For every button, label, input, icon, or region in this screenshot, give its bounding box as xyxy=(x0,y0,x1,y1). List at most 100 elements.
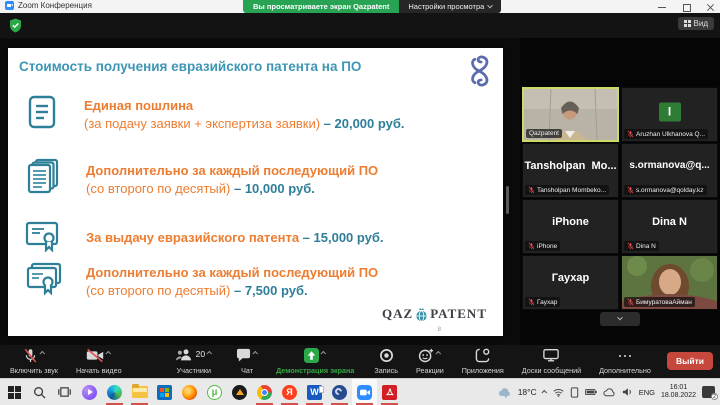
chevron-up-icon[interactable] xyxy=(39,351,45,357)
battery-icon[interactable] xyxy=(585,388,597,396)
participant-tile-iphone[interactable]: iPhone iPhone xyxy=(522,199,619,254)
utorrent-app-button[interactable]: µ xyxy=(202,379,227,405)
chevron-up-icon[interactable] xyxy=(321,351,327,357)
window-title: Zoom Конференция xyxy=(18,1,92,10)
record-button[interactable]: Запись xyxy=(368,345,404,378)
leave-meeting-button[interactable]: Выйти xyxy=(667,352,713,370)
word-app-button[interactable]: W xyxy=(302,379,327,405)
fee-item: За выдачу евразийского патента – 15,000 … xyxy=(24,216,384,259)
chrome-app-button[interactable] xyxy=(252,379,277,405)
security-shield-icon[interactable] xyxy=(9,18,22,38)
wifi-icon[interactable] xyxy=(553,388,564,397)
fee-item: Дополнительно за каждый последующий ПО (… xyxy=(24,260,378,303)
muted-mic-icon xyxy=(627,186,634,194)
globe-icon xyxy=(415,307,428,322)
participant-name: БимуратоваАйман xyxy=(636,299,692,306)
aimp-app-button[interactable] xyxy=(227,379,252,405)
chevron-up-icon[interactable] xyxy=(253,351,259,357)
meeting-toolbar: Включить звук Начать видео 20 Участники … xyxy=(0,345,720,378)
participants-sidebar: Qazpatent I Aruzhan Ulkhanova Q... Tansh… xyxy=(520,38,720,345)
temperature[interactable]: 18°C xyxy=(518,387,537,397)
language-indicator[interactable]: ENG xyxy=(639,388,655,397)
search-button[interactable] xyxy=(27,379,52,405)
windows-taskbar: µ Я W 18°C ENG 16:01 18.08.2022 2 xyxy=(0,378,720,405)
presentation-slide: Стоимость получения евразийского патента… xyxy=(8,48,503,336)
zoom-taskbar-button[interactable] xyxy=(352,379,377,405)
muted-mic-icon xyxy=(528,242,535,250)
participant-tile-sormanova[interactable]: s.ormanova@q... s.ormanova@qolday.kz xyxy=(621,143,718,198)
store-app-button[interactable] xyxy=(152,379,177,405)
certificate-icon xyxy=(24,216,62,259)
shared-screen-area: Стоимость получения евразийского патента… xyxy=(0,38,720,345)
view-button[interactable]: Вид xyxy=(678,17,714,30)
start-video-button[interactable]: Начать видео xyxy=(70,345,128,378)
collapse-gallery-button[interactable] xyxy=(600,312,640,326)
qazpatent-logo: QAZ PATENT xyxy=(382,306,487,322)
clock[interactable]: 16:01 18.08.2022 xyxy=(661,384,696,400)
chevron-down-icon xyxy=(617,315,623,321)
maximize-button[interactable] xyxy=(682,3,690,11)
chevron-down-icon xyxy=(487,2,493,8)
zoom-icon xyxy=(357,385,372,400)
participant-name: Qazpatent xyxy=(529,130,559,137)
muted-mic-icon xyxy=(23,348,38,364)
chat-icon xyxy=(236,348,251,362)
show-hidden-icons[interactable] xyxy=(541,390,547,396)
view-settings-button[interactable]: Настройки просмотра xyxy=(399,0,501,13)
share-screen-button[interactable]: Демонстрация экрана xyxy=(270,345,360,378)
fee-item: Дополнительно за каждый последующий ПО (… xyxy=(24,158,378,201)
task-view-button[interactable] xyxy=(52,379,77,405)
chevron-up-icon[interactable] xyxy=(436,351,442,357)
fee-heading: Дополнительно за каждый последующий ПО xyxy=(86,265,378,280)
participant-name: Tansholpan Mombeko... xyxy=(537,187,606,194)
weather-icon[interactable] xyxy=(498,387,512,398)
unmute-button[interactable]: Включить звук xyxy=(4,345,64,378)
participant-tile-dina[interactable]: Dina N Dina N xyxy=(621,199,718,254)
close-button[interactable] xyxy=(706,3,714,11)
more-button[interactable]: Дополнительно xyxy=(593,345,657,378)
system-tray: 18°C ENG 16:01 18.08.2022 2 xyxy=(498,384,720,400)
acrobat-app-button[interactable] xyxy=(377,379,402,405)
fee-heading: За выдачу евразийского патента xyxy=(86,230,303,245)
chevron-up-icon[interactable] xyxy=(106,351,112,357)
participant-tile-bimuratova[interactable]: БимуратоваАйман xyxy=(621,255,718,310)
whiteboards-button[interactable]: Доски сообщений xyxy=(516,345,587,378)
muted-mic-icon xyxy=(627,242,634,250)
participants-button[interactable]: 20 Участники xyxy=(170,345,218,378)
speaker-icon[interactable] xyxy=(622,387,633,397)
start-button[interactable] xyxy=(2,379,27,405)
swirl-app-icon xyxy=(332,385,347,400)
participant-tile-tansholpan[interactable]: Tansholpan Mo... Tansholpan Mombeko... xyxy=(522,143,619,198)
minimize-button[interactable] xyxy=(658,3,666,11)
participant-name: Dina N xyxy=(636,243,656,250)
swirl-app-button[interactable] xyxy=(327,379,352,405)
zoom-app-icon xyxy=(5,1,14,10)
alice-app-button[interactable] xyxy=(77,379,102,405)
edge-app-button[interactable] xyxy=(102,379,127,405)
chrome-icon xyxy=(257,385,272,400)
documents-stack-icon xyxy=(24,158,62,201)
reactions-button[interactable]: Реакции xyxy=(410,345,450,378)
chat-button[interactable]: Чат xyxy=(230,345,264,378)
yandex-app-button[interactable]: Я xyxy=(277,379,302,405)
viewing-screen-banner[interactable]: Вы просматриваете экран Qazpatent xyxy=(243,0,399,13)
windows-logo-icon xyxy=(8,386,21,399)
sidebar-resize-handle[interactable] xyxy=(506,186,509,214)
explorer-app-button[interactable] xyxy=(127,379,152,405)
participant-name: s.ormanova@qolday.kz xyxy=(636,187,704,194)
firefox-app-button[interactable] xyxy=(177,379,202,405)
onedrive-icon[interactable] xyxy=(603,388,616,397)
participant-count: 20 xyxy=(196,349,205,359)
participant-name: Гаухар xyxy=(537,299,557,306)
phone-link-icon[interactable] xyxy=(570,387,579,398)
zoom-window: Zoom Конференция Вы просматриваете экран… xyxy=(0,0,720,405)
participant-tile-gaukhar[interactable]: Гаухар Гаухар xyxy=(522,255,619,310)
participant-tile-qazpatent[interactable]: Qazpatent xyxy=(522,87,619,142)
participant-tile-aruzhan[interactable]: I Aruzhan Ulkhanova Q... xyxy=(621,87,718,142)
muted-mic-icon xyxy=(627,130,634,138)
apps-button[interactable]: Приложения xyxy=(456,345,510,378)
notification-center-icon[interactable]: 2 xyxy=(702,386,715,398)
firefox-icon xyxy=(182,385,197,400)
chevron-up-icon[interactable] xyxy=(207,351,213,357)
notification-badge: 2 xyxy=(711,393,718,400)
